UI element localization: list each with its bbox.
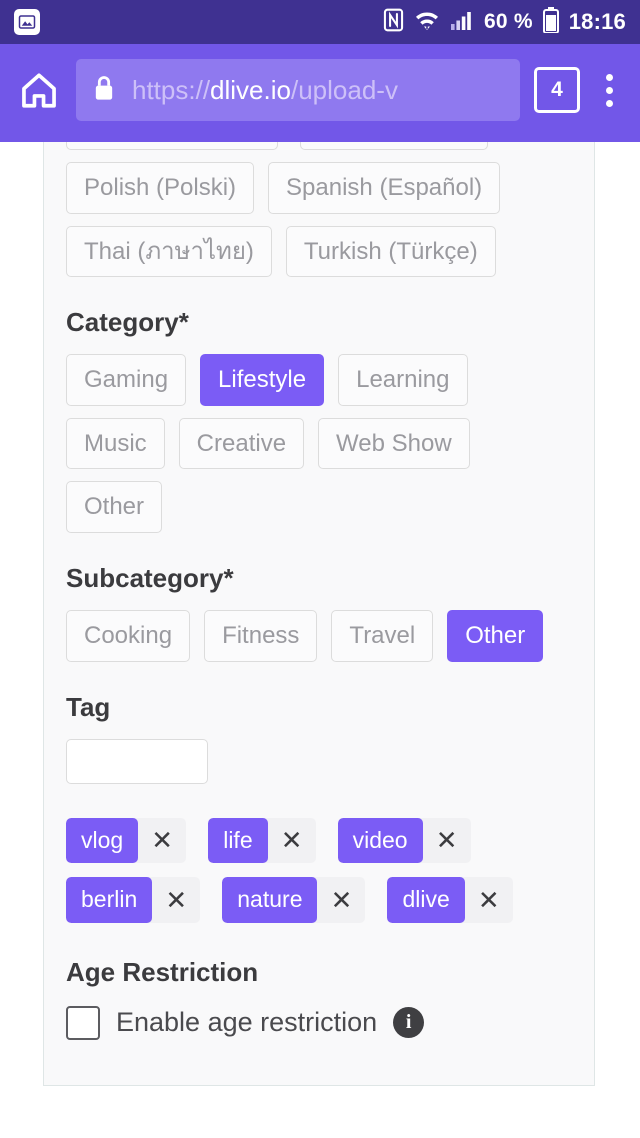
battery-icon (542, 6, 559, 38)
status-bar-right: 60 % 18:16 (383, 6, 626, 38)
tab-counter-button[interactable]: 4 (534, 67, 580, 113)
tag-heading: Tag (66, 691, 111, 722)
url-path: /upload-v (290, 74, 398, 105)
subcategory-option-cooking[interactable]: Cooking (66, 609, 191, 662)
tag-remove-icon[interactable]: ✕ (465, 877, 513, 923)
language-option-clipped[interactable] (66, 142, 278, 150)
subcategory-options: Cooking Fitness Travel Other (66, 609, 572, 662)
language-option-spanish[interactable]: Spanish (Español) (268, 162, 501, 214)
form-content: Polish (Polski) Spanish (Español) Thai (… (44, 142, 594, 1040)
lock-icon (92, 74, 116, 107)
url-scheme: https:// (132, 74, 211, 105)
tag-chip-label: berlin (66, 877, 153, 923)
tag-chip: dlive ✕ (387, 877, 513, 923)
tag-chip: nature ✕ (222, 877, 366, 923)
tag-chip: vlog ✕ (66, 817, 187, 864)
tag-input[interactable] (66, 738, 208, 784)
android-status-bar: 60 % 18:16 (0, 0, 640, 44)
menu-dot (605, 99, 613, 107)
tag-remove-icon[interactable]: ✕ (317, 877, 365, 923)
url-text: https://dlive.io/upload-v (132, 75, 398, 106)
language-option-turkish[interactable]: Turkish (Türkçe) (285, 225, 496, 278)
battery-percent-label: 60 % (484, 10, 533, 33)
tag-remove-icon[interactable]: ✕ (268, 818, 316, 864)
subcategory-option-fitness[interactable]: Fitness (204, 609, 318, 662)
menu-dot (605, 86, 613, 94)
category-option-music[interactable]: Music (66, 417, 165, 470)
wifi-icon (414, 8, 440, 37)
subcategory-option-other[interactable]: Other (447, 609, 544, 662)
status-bar-left (14, 9, 40, 35)
nfc-icon (383, 8, 404, 37)
info-icon[interactable]: i (393, 1007, 425, 1039)
tag-remove-icon[interactable]: ✕ (423, 818, 471, 864)
tag-chip-label: video (337, 817, 423, 864)
tag-remove-icon[interactable]: ✕ (138, 818, 186, 864)
age-restriction-row: Enable age restriction i (66, 1005, 572, 1040)
category-option-creative[interactable]: Creative (178, 417, 305, 470)
tab-count-label: 4 (551, 78, 563, 101)
upload-form-card: Polish (Polski) Spanish (Español) Thai (… (43, 142, 595, 1086)
tag-chip-label: life (208, 817, 268, 864)
home-icon[interactable] (16, 67, 62, 113)
tag-chip-list: vlog ✕ life ✕ video ✕ berlin ✕ nature ✕ … (66, 817, 572, 923)
language-option-polish[interactable]: Polish (Polski) (66, 162, 255, 214)
tag-remove-icon[interactable]: ✕ (152, 877, 200, 923)
menu-dot (605, 73, 613, 81)
url-host: dlive.io (210, 74, 291, 105)
overflow-menu-icon[interactable] (594, 68, 624, 112)
age-restriction-heading: Age Restriction (66, 956, 259, 987)
tag-chip-label: vlog (66, 817, 139, 864)
page-viewport: Polish (Polski) Spanish (Español) Thai (… (0, 136, 640, 1138)
language-row-clipped (66, 142, 572, 150)
age-restriction-label: Enable age restriction (116, 1007, 378, 1038)
tag-chip: video ✕ (337, 817, 471, 864)
subcategory-option-travel[interactable]: Travel (331, 609, 434, 662)
subcategory-heading: Subcategory* (66, 562, 234, 593)
category-option-lifestyle[interactable]: Lifestyle (200, 354, 325, 406)
tag-chip-label: dlive (387, 877, 465, 923)
language-option-clipped[interactable] (300, 142, 488, 150)
category-option-other[interactable]: Other (66, 481, 163, 533)
tag-chip-label: nature (222, 877, 318, 923)
age-restriction-checkbox[interactable] (66, 1005, 100, 1040)
language-options-row2: Thai (ภาษาไทย) Turkish (Türkçe) (66, 225, 572, 278)
image-notification-icon (14, 9, 40, 35)
category-option-web-show[interactable]: Web Show (318, 417, 470, 470)
language-option-thai[interactable]: Thai (ภาษาไทย) (66, 225, 272, 278)
tag-chip: life ✕ (208, 817, 316, 864)
tag-chip: berlin ✕ (66, 877, 201, 923)
language-options: Polish (Polski) Spanish (Español) (66, 162, 572, 214)
signal-bars-icon (450, 9, 474, 36)
category-option-learning[interactable]: Learning (338, 354, 468, 406)
browser-toolbar: https://dlive.io/upload-v 4 (0, 44, 640, 136)
category-heading: Category* (66, 307, 189, 338)
category-option-gaming[interactable]: Gaming (66, 354, 187, 406)
address-bar[interactable]: https://dlive.io/upload-v (76, 59, 520, 121)
category-options: Gaming Lifestyle Learning Music Creative… (66, 354, 572, 533)
clock-label: 18:16 (568, 9, 626, 34)
